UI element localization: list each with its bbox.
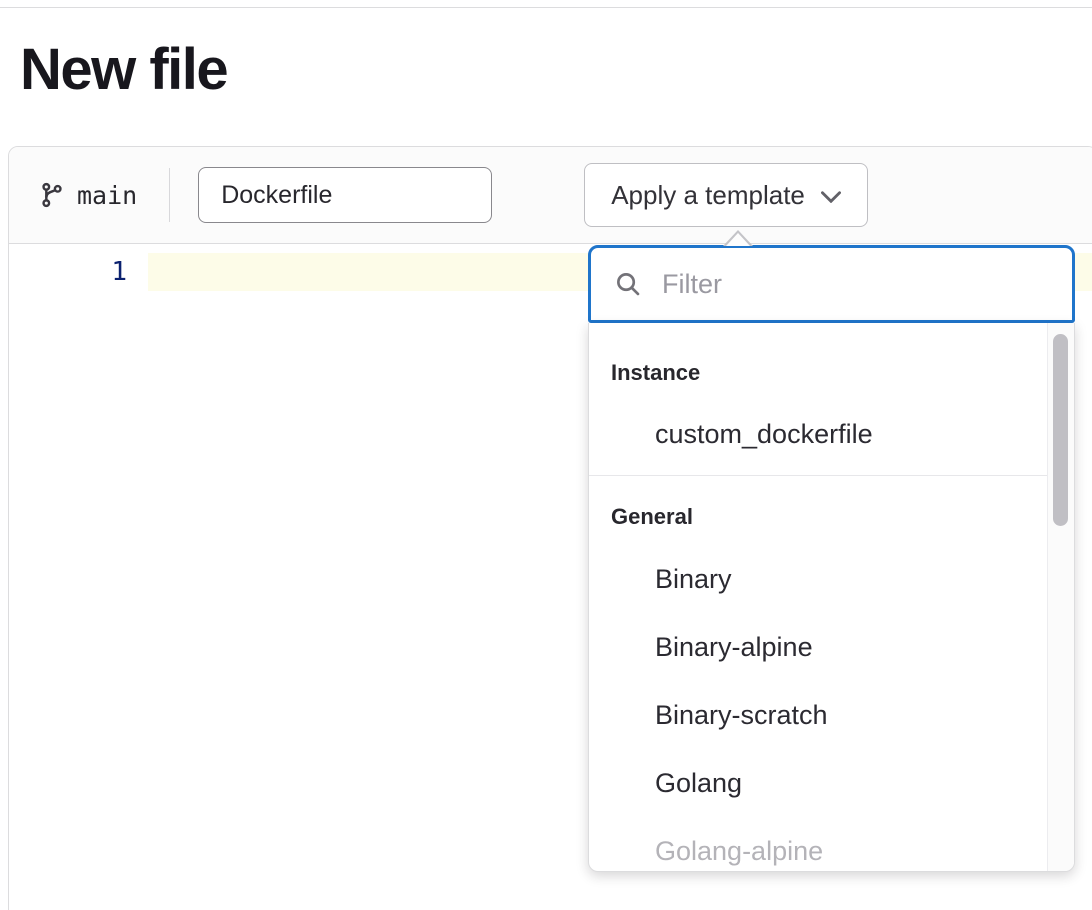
template-item-binary[interactable]: Binary [589,545,1047,613]
apply-template-button[interactable]: Apply a template [584,163,868,227]
section-header-general: General [589,489,1047,545]
filter-box [588,245,1075,323]
dropdown-panel: Instance custom_dockerfile General Binar… [588,323,1075,872]
apply-template-label: Apply a template [611,180,805,211]
top-divider [0,7,1092,8]
template-item-golang-alpine[interactable]: Golang-alpine [589,817,1047,872]
dropdown-scrollbar[interactable] [1047,323,1074,871]
filename-input[interactable] [198,167,492,223]
editor-toolbar: main Apply a template [9,147,1092,244]
branch-name: main [77,181,137,210]
toolbar-divider [169,168,170,222]
dropdown-scroll-thumb[interactable] [1053,334,1068,526]
git-branch-icon [39,182,65,208]
search-icon [615,271,642,298]
filter-input[interactable] [660,253,1052,315]
template-item-golang[interactable]: Golang [589,749,1047,817]
template-dropdown: Instance custom_dockerfile General Binar… [588,245,1075,872]
chevron-down-icon [821,191,841,203]
new-file-page: New file main Apply a template [0,0,1092,910]
section-header-instance: Instance [589,345,1047,401]
template-list: Instance custom_dockerfile General Binar… [589,323,1047,872]
page-title: New file [20,40,227,101]
template-item-binary-scratch[interactable]: Binary-scratch [589,681,1047,749]
template-item-custom-dockerfile[interactable]: custom_dockerfile [589,401,1047,467]
dropdown-caret-fill [726,233,750,246]
line-number: 1 [9,253,127,291]
branch-indicator: main [39,181,137,210]
section-divider [589,475,1047,476]
template-item-binary-alpine[interactable]: Binary-alpine [589,613,1047,681]
